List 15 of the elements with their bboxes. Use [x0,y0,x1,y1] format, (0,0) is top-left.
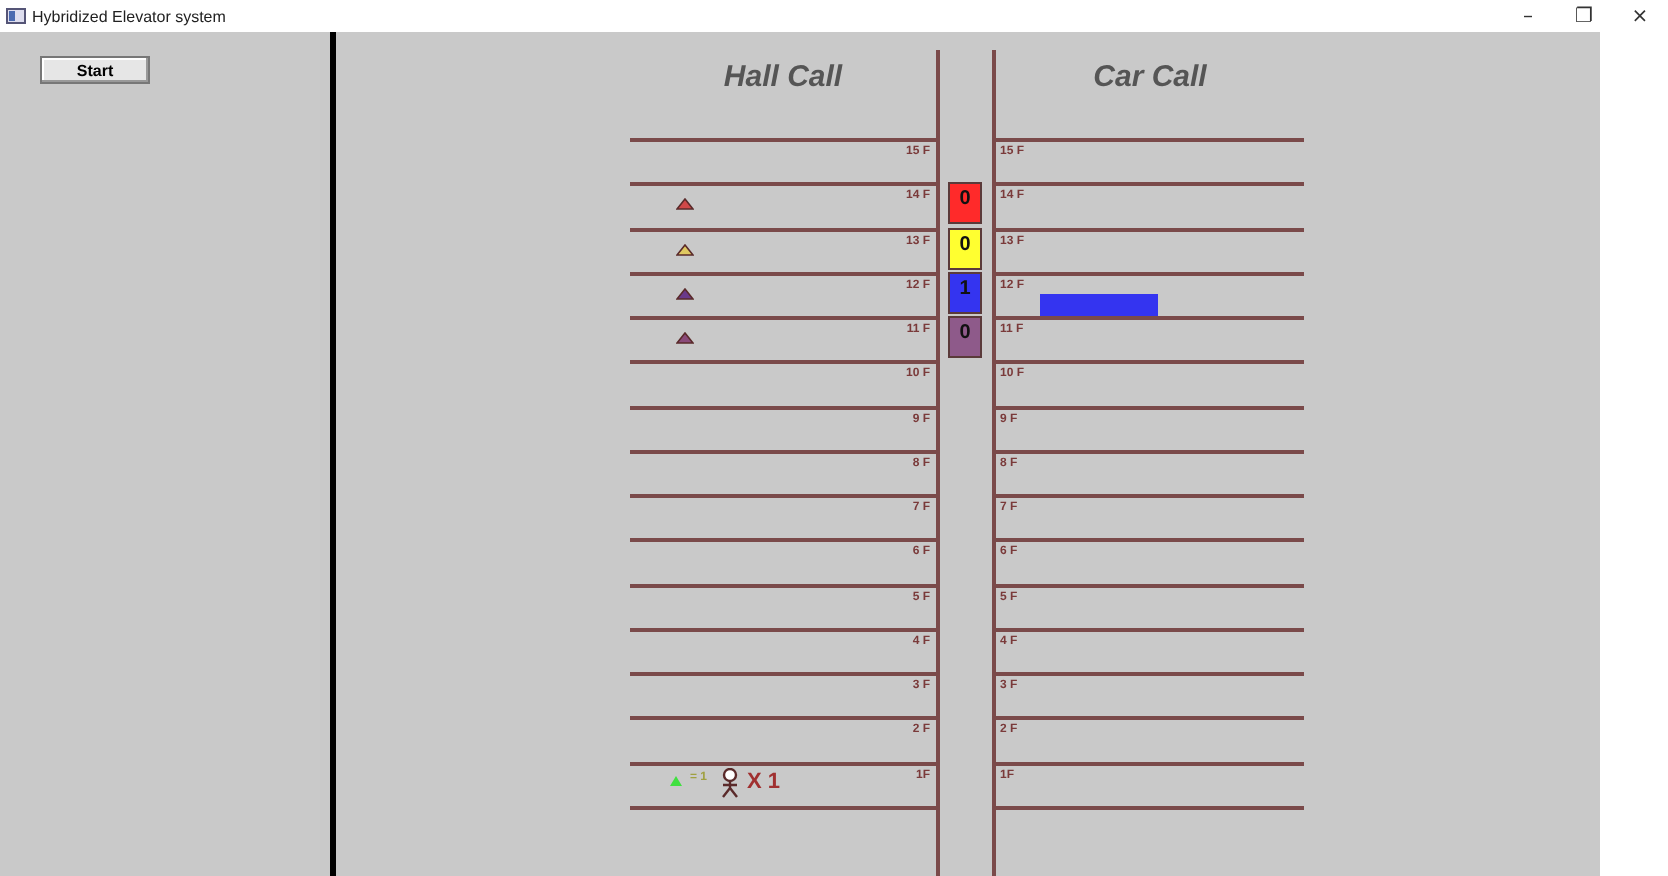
person-count: X 1 [747,769,781,794]
elevator-car: 0 [948,316,982,359]
window-title: Hybridized Elevator system [32,7,226,25]
up-arrow-icon [670,775,682,786]
hall-call-heading: Hall Call [723,60,843,96]
app-icon [6,8,26,24]
person-icon [719,767,740,798]
elevator-car: 0 [948,227,982,270]
start-button[interactable]: Start [40,56,150,84]
window-control-button[interactable]: – [1500,0,1556,32]
elevator-car: 1 [948,271,982,314]
car-call-heading: Car Call [1093,60,1207,96]
window-control-button[interactable]: × [1612,0,1668,32]
window-control-button[interactable]: ❐ [1556,0,1612,32]
elevator-car: 0 [948,182,982,225]
